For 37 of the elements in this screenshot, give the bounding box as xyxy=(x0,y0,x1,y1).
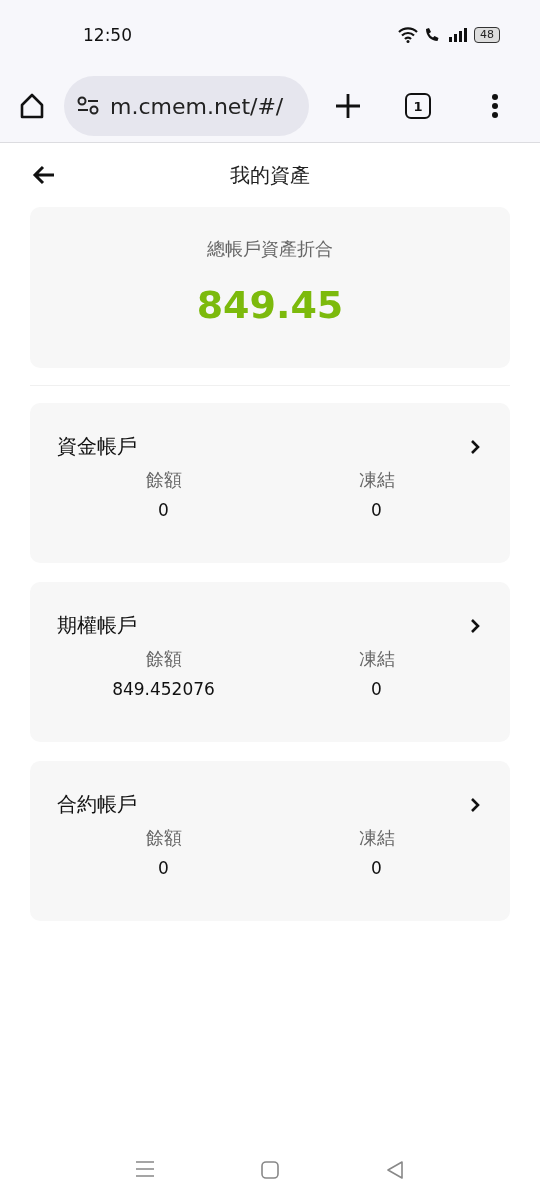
chevron-right-icon[interactable] xyxy=(470,618,480,633)
frozen-value: 0 xyxy=(371,858,382,878)
account-card[interactable]: 資金帳戶 餘額 凍結 0 0 xyxy=(30,403,510,563)
frozen-label: 凍結 xyxy=(358,826,395,850)
chevron-right-icon[interactable] xyxy=(470,439,480,454)
frozen-label: 凍結 xyxy=(358,647,395,671)
account-name: 資金帳戶 xyxy=(57,433,137,460)
menu-icon[interactable] xyxy=(491,93,499,119)
address-bar[interactable]: m.cmem.net/#/ xyxy=(64,76,309,136)
page-title: 我的資產 xyxy=(230,161,310,189)
battery-indicator: 48 xyxy=(474,27,500,43)
total-assets-label: 總帳戶資產折合 xyxy=(207,237,333,261)
site-settings-icon[interactable] xyxy=(76,96,100,116)
status-time: 12:50 xyxy=(83,25,132,45)
chevron-right-icon[interactable] xyxy=(470,797,480,812)
frozen-value: 0 xyxy=(371,500,382,520)
tab-switcher-button[interactable]: 1 xyxy=(405,93,431,119)
frozen-value: 0 xyxy=(371,679,382,699)
signal-icon xyxy=(448,28,468,42)
back-arrow-icon[interactable] xyxy=(32,165,56,185)
balance-value: 0 xyxy=(158,500,169,520)
home-icon[interactable] xyxy=(18,92,46,120)
account-name: 期權帳戶 xyxy=(57,612,137,639)
account-card[interactable]: 期權帳戶 餘額 凍結 849.452076 0 xyxy=(30,582,510,742)
back-icon[interactable] xyxy=(385,1160,405,1180)
account-card[interactable]: 合約帳戶 餘額 凍結 0 0 xyxy=(30,761,510,921)
balance-label: 餘額 xyxy=(145,647,182,671)
frozen-label: 凍結 xyxy=(358,468,395,492)
account-name: 合約帳戶 xyxy=(57,791,137,818)
total-assets-value: 849.45 xyxy=(196,283,344,327)
home-button-icon[interactable] xyxy=(260,1160,280,1180)
balance-label: 餘額 xyxy=(145,468,182,492)
balance-label: 餘額 xyxy=(145,826,182,850)
balance-value: 849.452076 xyxy=(112,679,215,699)
wifi-icon xyxy=(398,27,418,43)
new-tab-icon[interactable] xyxy=(335,93,361,119)
balance-value: 0 xyxy=(158,858,169,878)
